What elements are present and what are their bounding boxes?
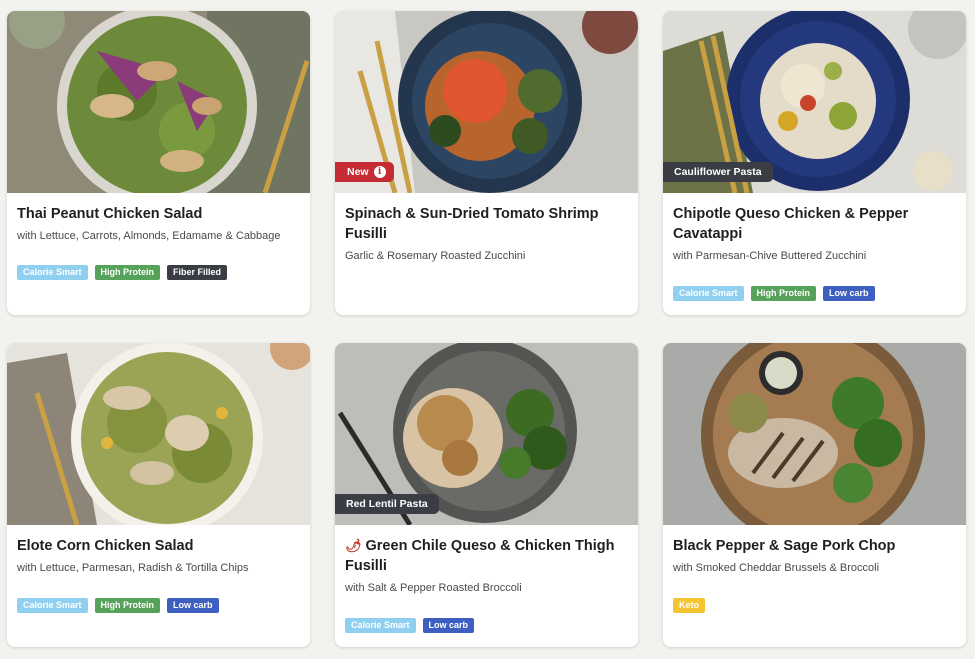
spicy-pepper-icon: 🌶 (345, 538, 362, 553)
pasta-type-tag: Red Lentil Pasta (335, 494, 439, 514)
recipe-title[interactable]: Black Pepper & Sage Pork Chop (673, 536, 956, 556)
recipe-image-elote-salad[interactable] (7, 343, 310, 525)
badge-low-carb: Low carb (422, 618, 475, 633)
recipe-image-thai-peanut-salad[interactable] (7, 11, 310, 193)
tag-label: Red Lentil Pasta (346, 498, 428, 510)
badge-list: Calorie Smart High Protein Low carb (673, 286, 875, 301)
recipe-card[interactable]: Red Lentil Pasta 🌶 Green Chile Queso & Ch… (335, 343, 638, 647)
badge-list: Keto (673, 598, 705, 613)
tag-label: Cauliflower Pasta (674, 166, 762, 178)
recipe-title[interactable]: 🌶 Green Chile Queso & Chicken Thigh Fusil… (345, 536, 628, 576)
badge-low-carb: Low carb (167, 598, 219, 613)
info-icon[interactable]: i (373, 166, 386, 178)
recipe-title[interactable]: Chipotle Queso Chicken & Pepper Cavatapp… (673, 204, 956, 244)
badge-fiber-filled: Fiber Filled (167, 265, 228, 280)
recipe-title-text: Green Chile Queso & Chicken Thigh Fusill… (345, 538, 615, 574)
badge-low-carb: Low carb (823, 286, 875, 301)
recipe-image-shrimp-fusilli[interactable]: New i (335, 11, 638, 193)
badge-high-protein: High Protein (94, 598, 161, 613)
recipe-subtitle: Garlic & Rosemary Roasted Zucchini (345, 250, 526, 262)
recipe-title[interactable]: Spinach & Sun-Dried Tomato Shrimp Fusill… (345, 204, 628, 244)
pasta-type-tag: Cauliflower Pasta (663, 162, 773, 182)
badge-calorie-smart: Calorie Smart (17, 265, 88, 280)
recipe-subtitle: with Lettuce, Parmesan, Radish & Tortill… (17, 562, 249, 574)
recipe-card[interactable]: Cauliflower Pasta Chipotle Queso Chicken… (663, 11, 966, 315)
recipe-title[interactable]: Thai Peanut Chicken Salad (17, 204, 300, 224)
badge-high-protein: High Protein (750, 286, 817, 301)
recipe-card[interactable]: Black Pepper & Sage Pork Chop with Smoke… (663, 343, 966, 647)
badge-list: Calorie Smart Low carb (345, 618, 475, 633)
badge-keto: Keto (673, 598, 705, 613)
badge-list: Calorie Smart High Protein Fiber Filled (17, 265, 228, 280)
new-tag[interactable]: New i (335, 162, 394, 182)
recipe-subtitle: with Salt & Pepper Roasted Broccoli (345, 582, 522, 594)
badge-calorie-smart: Calorie Smart (345, 618, 416, 633)
badge-calorie-smart: Calorie Smart (17, 598, 88, 613)
recipe-subtitle: with Lettuce, Carrots, Almonds, Edamame … (17, 230, 281, 242)
recipe-card[interactable]: Thai Peanut Chicken Salad with Lettuce, … (7, 11, 310, 315)
recipe-image-green-chile-fusilli[interactable]: Red Lentil Pasta (335, 343, 638, 525)
recipe-title[interactable]: Elote Corn Chicken Salad (17, 536, 300, 556)
recipe-subtitle: with Parmesan-Chive Buttered Zucchini (673, 250, 867, 262)
recipe-card[interactable]: New i Spinach & Sun-Dried Tomato Shrimp … (335, 11, 638, 315)
recipe-card[interactable]: Elote Corn Chicken Salad with Lettuce, P… (7, 343, 310, 647)
badge-list: Calorie Smart High Protein Low carb (17, 598, 219, 613)
recipe-image-pork-chop[interactable] (663, 343, 966, 525)
badge-calorie-smart: Calorie Smart (673, 286, 744, 301)
recipe-subtitle: with Smoked Cheddar Brussels & Broccoli (673, 562, 880, 574)
recipe-image-chipotle-cavatappi[interactable]: Cauliflower Pasta (663, 11, 966, 193)
badge-high-protein: High Protein (94, 265, 161, 280)
tag-label: New (347, 166, 369, 178)
